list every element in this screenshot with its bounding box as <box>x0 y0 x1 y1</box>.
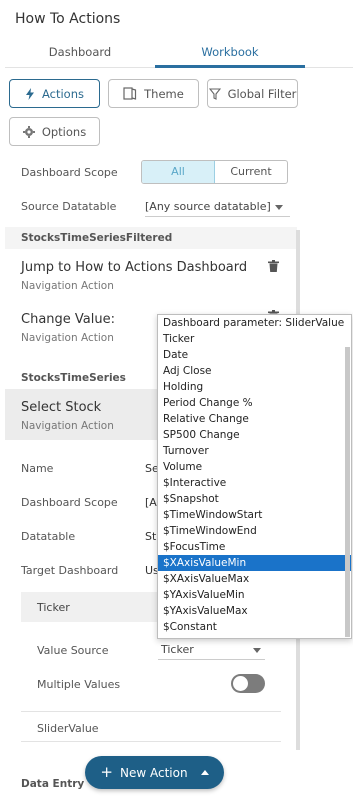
panel-title: How To Actions <box>15 11 121 27</box>
parameter-name: Ticker <box>37 601 70 614</box>
divider <box>21 711 281 712</box>
dropdown-option[interactable]: Ticker <box>158 331 351 347</box>
detail-scope-label: Dashboard Scope <box>21 496 118 509</box>
dropdown-option[interactable]: $Interactive <box>158 475 351 491</box>
dropdown-option[interactable]: $TimeWindowStart <box>158 507 351 523</box>
dropdown-option[interactable]: $TimeWindowEnd <box>158 523 351 539</box>
dropdown-option[interactable]: $YAxisValueMin <box>158 587 351 603</box>
dropdown-option[interactable]: $FocusTime <box>158 539 351 555</box>
filter-icon <box>208 87 221 100</box>
tab-bar: Dashboard Workbook <box>5 40 353 68</box>
value-source-dropdown: Dashboard parameter: SliderValue Ticker … <box>157 314 352 639</box>
action-type: Navigation Action <box>21 332 114 344</box>
dropdown-option[interactable]: Relative Change <box>158 411 351 427</box>
action-name: Change Value: <box>21 312 115 327</box>
value-source-select[interactable]: Ticker <box>158 643 265 660</box>
action-item[interactable]: Jump to How to Actions Dashboard Navigat… <box>5 251 297 301</box>
dropdown-option[interactable]: Adj Close <box>158 363 351 379</box>
value-source-value: Ticker <box>161 643 194 656</box>
dashboard-scope-toggle: All Current <box>141 160 288 184</box>
name-label: Name <box>21 462 54 475</box>
dropdown-option[interactable]: Dashboard parameter: SliderValue <box>158 315 351 331</box>
options-button-label: Options <box>41 124 87 139</box>
trash-icon[interactable] <box>268 260 279 272</box>
section-header: StocksTimeSeriesFiltered <box>5 227 297 249</box>
dropdown-option[interactable]: Volume <box>158 459 351 475</box>
action-type: Navigation Action <box>21 420 114 432</box>
actions-button-label: Actions <box>41 86 84 101</box>
action-type: Navigation Action <box>21 280 114 292</box>
options-button[interactable]: Options <box>9 117 100 146</box>
source-datatable-select[interactable]: [Any source datatable] <box>145 200 290 217</box>
tab-workbook[interactable]: Workbook <box>155 40 305 68</box>
target-dashboard-label: Target Dashboard <box>21 564 119 577</box>
multiple-values-label: Multiple Values <box>37 678 121 691</box>
source-datatable-value: [Any source datatable] <box>145 200 271 213</box>
plus-icon: + <box>100 763 113 781</box>
action-name: Select Stock <box>21 400 102 415</box>
theme-button-label: Theme <box>144 86 184 101</box>
parameter-row[interactable]: Ticker <box>21 592 161 622</box>
dropdown-option[interactable]: $XAxisValueMax <box>158 571 351 587</box>
datatable-label: Datatable <box>21 530 76 543</box>
dropdown-option[interactable]: Date <box>158 347 351 363</box>
scope-current-option[interactable]: Current <box>215 161 287 183</box>
dashboard-scope-label: Dashboard Scope <box>21 166 118 179</box>
action-name: Jump to How to Actions Dashboard <box>21 260 248 275</box>
scope-all-option[interactable]: All <box>142 161 215 183</box>
divider <box>21 741 281 742</box>
chevron-down-icon <box>253 648 261 653</box>
value-source-label: Value Source <box>37 644 109 657</box>
global-filter-button-label: Global Filter <box>227 86 297 101</box>
chevron-down-icon <box>275 205 283 210</box>
actions-button[interactable]: Actions <box>9 79 100 108</box>
dropdown-option[interactable]: Holding <box>158 379 351 395</box>
dropdown-option[interactable]: SP500 Change <box>158 427 351 443</box>
parameter-name: SliderValue <box>37 722 99 735</box>
dropdown-option[interactable]: $YAxisValueMax <box>158 603 351 619</box>
global-filter-button[interactable]: Global Filter <box>207 79 298 108</box>
detail-scope-value[interactable]: [A <box>145 496 157 509</box>
dropdown-option[interactable]: Turnover <box>158 443 351 459</box>
gear-icon <box>22 125 35 138</box>
new-action-button[interactable]: + New Action <box>85 756 224 789</box>
chevron-up-icon <box>200 770 209 775</box>
dropdown-option[interactable]: $Constant <box>158 619 351 635</box>
datatable-value[interactable]: St <box>145 530 156 543</box>
new-action-label: New Action <box>120 765 188 780</box>
theme-button[interactable]: Theme <box>108 79 199 108</box>
dropdown-option[interactable]: $Snapshot <box>158 491 351 507</box>
dropdown-scrollbar[interactable] <box>345 347 350 637</box>
dropdown-option[interactable]: Period Change % <box>158 395 351 411</box>
theme-book-icon <box>123 87 137 100</box>
source-datatable-label: Source Datatable <box>21 200 117 213</box>
multiple-values-toggle[interactable] <box>231 674 265 693</box>
bolt-icon <box>25 87 34 100</box>
dropdown-option-highlighted[interactable]: $XAxisValueMin <box>158 555 351 571</box>
tab-dashboard[interactable]: Dashboard <box>5 40 155 67</box>
